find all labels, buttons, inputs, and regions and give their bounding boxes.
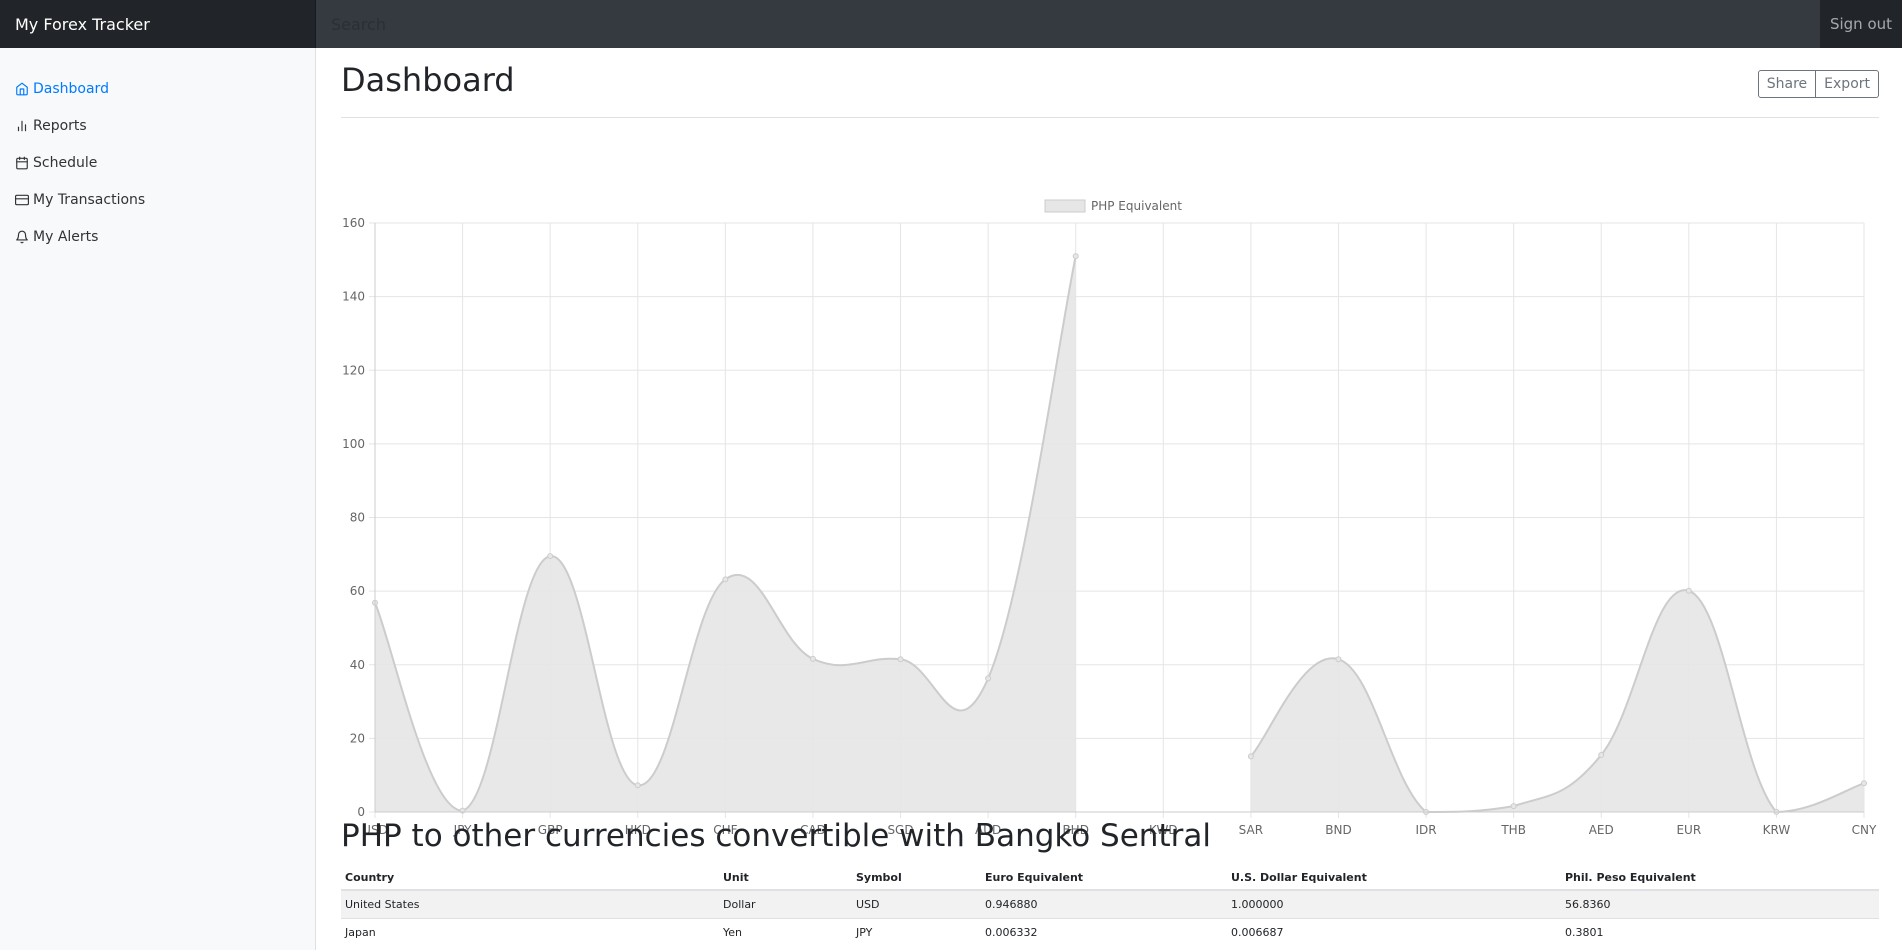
home-icon [16,82,28,95]
x-tick-label: EUR [1676,823,1701,837]
data-point [1247,753,1254,760]
sidebar-item-schedule[interactable]: Schedule [0,144,316,181]
table-row: Japan Yen JPY 0.006332 0.006687 0.3801 [341,917,1879,946]
share-button[interactable]: Share [1757,69,1817,98]
series-area [1250,590,1864,812]
column-header: U.S. Dollar Equivalent [1227,866,1561,891]
chart-svg: 020406080100120140160USD JPY GBP HKD CHF CAD S… [342,199,1877,837]
sidebar-item-dashboard[interactable]: Dashboard [0,70,316,107]
table-header-row: Country Unit Symbol Euro Equivalent U.S.… [341,866,1879,891]
y-tick-label: 100 [342,437,365,451]
table-cell: 0.006687 [1227,917,1561,946]
sidebar-item-label: My Alerts [33,228,99,245]
table-cell: 1.000000 [1227,889,1561,918]
calendar-icon [16,156,28,169]
y-tick-label: 20 [350,731,365,745]
brand-link[interactable]: My Forex Tracker [0,0,316,48]
data-point [1598,751,1605,758]
data-point [1335,656,1342,663]
y-tick-label: 60 [350,584,365,598]
x-tick-label: BND [1325,823,1351,837]
x-tick-label: SAR [1239,823,1263,837]
table-cell: 0.946880 [981,889,1227,918]
sign-out-link[interactable]: Sign out [1820,0,1902,48]
sidebar-item-label: My Transactions [33,191,146,208]
page-title: Dashboard [341,60,515,99]
sidebar-item-label: Reports [33,117,87,134]
export-button[interactable]: Export [1816,69,1879,98]
main-content: Dashboard Share Export 0 20 40 60 80 100 120 14… [341,48,1879,950]
sidebar-item-label: Dashboard [33,80,109,97]
search-input[interactable] [316,0,1820,48]
page-header: Dashboard Share Export [341,48,1879,118]
bar-chart-icon [17,120,27,131]
php-equivalent-chart: 0 20 40 60 80 100 120 140 160 USD JPY GBP HKD CHF CAD S… [341,144,1879,844]
data-point [1861,780,1867,787]
table-cell: Yen [719,917,852,946]
table-cell: JPY [852,917,981,946]
legend-label: PHP Equivalent [1091,199,1182,213]
table-cell: 0.006332 [981,917,1227,946]
legend-swatch [1044,199,1086,213]
data-point [1685,587,1692,594]
y-tick-label: 160 [342,216,365,230]
data-point [634,782,641,789]
y-tick-label: 0 [357,805,365,819]
rates-table: Country Unit Symbol Euro Equivalent U.S.… [341,866,1879,946]
sidebar-item-label: Schedule [33,154,98,171]
column-header: Country [341,866,719,891]
table-cell: United States [341,889,719,918]
y-tick-label: 140 [342,290,365,304]
table-row: United States Dollar USD 0.946880 1.0000… [341,889,1879,918]
table-cell: 56.8360 [1561,889,1879,918]
column-header: Phil. Peso Equivalent [1561,866,1879,891]
x-tick-label: THB [1500,823,1526,837]
y-tick-label: 120 [342,363,365,377]
data-point [547,553,554,560]
data-point [1510,803,1517,810]
x-tick-label: KRW [1763,823,1791,837]
data-point [1072,253,1079,260]
sidebar: Dashboard Reports Schedule My Transactio… [0,48,316,950]
sidebar-item-reports[interactable]: Reports [0,107,316,144]
column-header: Euro Equivalent [981,866,1227,891]
data-point [722,576,729,583]
sidebar-item-my-transactions[interactable]: My Transactions [0,181,316,218]
credit-card-icon [15,194,29,205]
x-tick-label: CNY [1852,823,1877,837]
bell-icon [16,230,28,243]
data-point [897,656,904,663]
data-point [809,655,816,662]
x-tick-label: AED [1589,823,1614,837]
table-title: PHP to other currencies convertible with… [341,818,1211,854]
table-cell: 0.3801 [1561,917,1879,946]
column-header: Unit [719,866,852,891]
table-cell: USD [852,889,981,918]
x-tick-label: IDR [1415,823,1436,837]
column-header: Symbol [852,866,981,891]
y-tick-label: 80 [350,511,365,525]
sidebar-item-my-alerts[interactable]: My Alerts [0,218,316,255]
table-cell: Dollar [719,889,852,918]
top-navbar: My Forex Tracker Sign out [0,0,1902,48]
toolbar: Share Export [1757,69,1879,98]
y-tick-label: 40 [350,658,365,672]
data-point [985,675,992,682]
table-cell: Japan [341,917,719,946]
